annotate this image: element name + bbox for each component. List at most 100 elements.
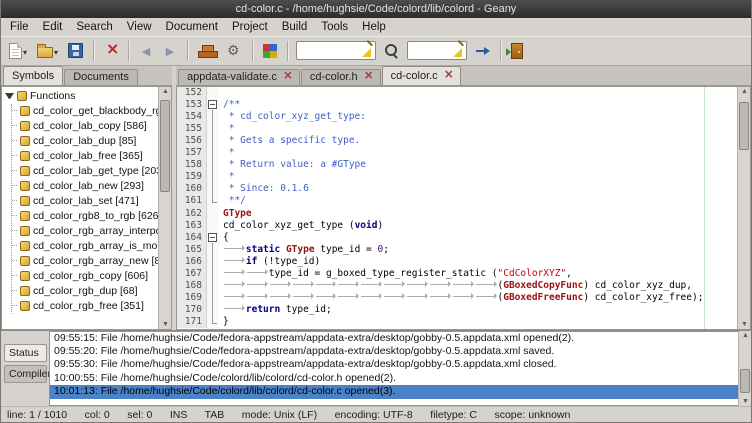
- clear-icon[interactable]: [362, 45, 374, 57]
- save-button[interactable]: [64, 39, 87, 62]
- fold-margin[interactable]: [207, 232, 219, 244]
- fold-margin[interactable]: [207, 99, 219, 111]
- symbols-root[interactable]: Functions: [2, 89, 158, 104]
- menu-search[interactable]: Search: [69, 20, 119, 34]
- code-line[interactable]: 152: [177, 87, 737, 99]
- compile-button[interactable]: [194, 40, 220, 62]
- line-number: 167: [177, 268, 207, 280]
- editor[interactable]: 152153/**154 * cd_color_xyz_get_type:155…: [176, 86, 751, 330]
- tab-status[interactable]: Status: [4, 344, 47, 362]
- close-tab-icon[interactable]: [364, 72, 372, 82]
- chevron-down-icon[interactable]: [23, 43, 27, 58]
- status-message-row[interactable]: 10:01:13: File /home/hughsie/Code/colord…: [50, 385, 738, 398]
- symbol-item[interactable]: cd_color_lab_copy [586]: [12, 119, 158, 134]
- code-line[interactable]: 162GType: [177, 208, 737, 220]
- fold-margin: [207, 268, 219, 280]
- color-chooser-button[interactable]: [259, 40, 281, 62]
- code-line[interactable]: 161 **/: [177, 195, 737, 207]
- chevron-down-icon[interactable]: [54, 43, 58, 58]
- status-message-row[interactable]: 09:55:30: File /home/hughsie/Code/fedora…: [50, 358, 738, 371]
- goto-line-button[interactable]: [471, 40, 494, 62]
- menu-view[interactable]: View: [120, 20, 159, 34]
- back-arrow-icon: [139, 44, 153, 58]
- tab-cd-color-h[interactable]: cd-color.h: [301, 69, 381, 85]
- symbol-item[interactable]: cd_color_rgb_array_interpolate [936]: [12, 224, 158, 239]
- statusbar-text: line: 1 / 1010 col: 0 sel: 0 INS TAB mod…: [7, 409, 570, 421]
- code-line[interactable]: 163cd_color_xyz_get_type (void): [177, 220, 737, 232]
- code-line[interactable]: 156 * Gets a specific type.: [177, 135, 737, 147]
- code-line[interactable]: 169(GBoxedFreeFunc) cd_color_xyz_free);: [177, 292, 737, 304]
- goto-line-input[interactable]: [408, 43, 452, 58]
- symbol-item[interactable]: cd_color_get_blackbody_rgb [971]: [12, 104, 158, 119]
- tab-appdata-validate-c[interactable]: appdata-validate.c: [178, 69, 300, 85]
- tab-documents[interactable]: Documents: [64, 69, 138, 85]
- menu-tools[interactable]: Tools: [314, 20, 355, 34]
- code-line[interactable]: 153/**: [177, 99, 737, 111]
- editor-scrollbar[interactable]: [737, 87, 750, 329]
- fold-line: [212, 292, 213, 304]
- code-line[interactable]: 171}: [177, 316, 737, 328]
- scrollbar-thumb[interactable]: [160, 100, 170, 192]
- status-message-row[interactable]: 10:00:55: File /home/hughsie/Code/colord…: [50, 372, 738, 385]
- symbol-item[interactable]: cd_color_rgb_free [351]: [12, 299, 158, 314]
- symbol-item[interactable]: cd_color_lab_dup [85]: [12, 134, 158, 149]
- search-input[interactable]: [297, 43, 361, 58]
- nav-forward-button[interactable]: [159, 40, 181, 62]
- menu-file[interactable]: File: [3, 20, 36, 34]
- menu-build[interactable]: Build: [275, 20, 315, 34]
- tab-compiler[interactable]: Compiler: [4, 365, 47, 383]
- menu-project[interactable]: Project: [225, 20, 275, 34]
- menu-document[interactable]: Document: [159, 20, 225, 34]
- symbol-item[interactable]: cd_color_lab_set [471]: [12, 194, 158, 209]
- close-tab-icon[interactable]: [444, 71, 452, 81]
- symbol-item[interactable]: cd_color_rgb_array_new [896]: [12, 254, 158, 269]
- symbol-item[interactable]: cd_color_lab_get_type [203]: [12, 164, 158, 179]
- open-file-button[interactable]: [33, 39, 62, 62]
- symbol-item[interactable]: cd_color_rgb_array_is_monotonic [826]: [12, 239, 158, 254]
- code-line[interactable]: 166if (!type_id): [177, 256, 737, 268]
- messages-scrollbar[interactable]: [738, 331, 751, 407]
- scrollbar-thumb[interactable]: [740, 369, 750, 393]
- code-line[interactable]: 168(GBoxedCopyFunc) cd_color_xyz_dup,: [177, 280, 737, 292]
- expander-icon[interactable]: [5, 93, 14, 99]
- fold-margin: [207, 292, 219, 304]
- symbol-item[interactable]: cd_color_rgb8_to_rgb [626]: [12, 209, 158, 224]
- menu-help[interactable]: Help: [355, 20, 393, 34]
- status-message-row[interactable]: 09:55:15: File /home/hughsie/Code/fedora…: [50, 332, 738, 345]
- code-line[interactable]: 157 *: [177, 147, 737, 159]
- fold-line: [212, 135, 213, 147]
- tab-symbols[interactable]: Symbols: [3, 66, 63, 85]
- menu-edit[interactable]: Edit: [36, 20, 70, 34]
- code-line[interactable]: 160 * Since: 0.1.6: [177, 183, 737, 195]
- code-line[interactable]: 165static GType type_id = 0;: [177, 244, 737, 256]
- scrollbar-thumb[interactable]: [739, 102, 749, 150]
- code-line[interactable]: 170return type_id;: [177, 304, 737, 316]
- search-button[interactable]: [380, 39, 403, 62]
- symbol-item[interactable]: cd_color_lab_new [293]: [12, 179, 158, 194]
- code-line[interactable]: 159 *: [177, 171, 737, 183]
- nav-back-button[interactable]: [135, 40, 157, 62]
- code-line[interactable]: 158 * Return value: a #GType: [177, 159, 737, 171]
- fold-margin: [207, 111, 219, 123]
- code-area[interactable]: 152153/**154 * cd_color_xyz_get_type:155…: [177, 87, 737, 329]
- symbol-item[interactable]: cd_color_rgb_dup [68]: [12, 284, 158, 299]
- symbol-item[interactable]: cd_color_lab_free [365]: [12, 149, 158, 164]
- code-line[interactable]: 154 * cd_color_xyz_get_type:: [177, 111, 737, 123]
- execute-button[interactable]: [222, 39, 246, 63]
- line-number: 162: [177, 208, 207, 220]
- clear-icon[interactable]: [453, 45, 465, 57]
- code-line[interactable]: 155 *: [177, 123, 737, 135]
- titlebar[interactable]: cd-color.c - /home/hughsie/Code/colord/l…: [1, 0, 751, 18]
- close-document-button[interactable]: [100, 40, 122, 62]
- code-line[interactable]: 167type_id = g_boxed_type_register_stati…: [177, 268, 737, 280]
- quit-button[interactable]: [507, 39, 527, 63]
- symbol-item[interactable]: cd_color_rgb_copy [606]: [12, 269, 158, 284]
- fold-toggle-icon[interactable]: [208, 100, 217, 109]
- tab-cd-color-c[interactable]: cd-color.c: [382, 66, 461, 85]
- new-file-button[interactable]: [5, 39, 31, 63]
- status-message-row[interactable]: 09:55:20: File /home/hughsie/Code/fedora…: [50, 345, 738, 358]
- sidebar-scrollbar[interactable]: [158, 87, 171, 329]
- close-tab-icon[interactable]: [283, 72, 291, 82]
- code-line[interactable]: 164{: [177, 232, 737, 244]
- fold-toggle-icon[interactable]: [208, 233, 217, 242]
